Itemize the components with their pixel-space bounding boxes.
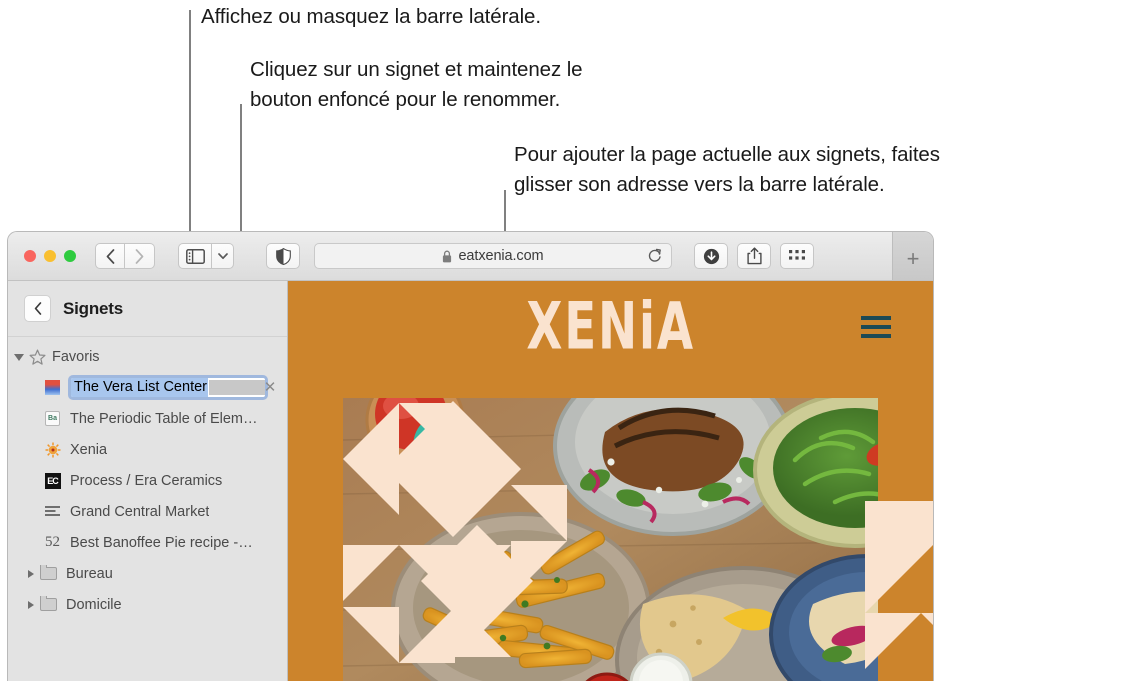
hamburger-menu-icon[interactable] [861, 316, 891, 338]
callout-address-drag: Pour ajouter la page actuelle aux signet… [514, 143, 940, 196]
share-icon [746, 247, 762, 265]
list-item[interactable]: Ba The Periodic Table of Elem… [8, 403, 287, 434]
sidebar-menu-button[interactable] [212, 243, 234, 269]
vera-list-center-favicon [44, 379, 61, 396]
folder-icon [40, 596, 57, 613]
lock-icon [442, 250, 452, 263]
list-item[interactable]: 52 Best Banoffee Pie recipe -… [8, 527, 287, 558]
address-bar-url: eatxenia.com [458, 248, 544, 264]
site-header: XENiA [288, 281, 933, 373]
reload-button[interactable] [648, 248, 662, 264]
grand-central-market-favicon [44, 503, 61, 520]
privacy-report-button[interactable] [266, 243, 300, 269]
downloads-button[interactable] [694, 243, 728, 269]
disclosure-triangle-icon[interactable] [28, 569, 34, 578]
web-content: XENiA [288, 281, 933, 681]
chevron-down-icon [217, 252, 228, 259]
list-item-label: Xenia [70, 441, 108, 458]
xenia-sun-favicon [44, 441, 61, 458]
safari-window: eatxenia.com + Signets Favoris The Vera … [8, 232, 933, 681]
list-item-label: Best Banoffee Pie recipe -… [70, 534, 253, 551]
list-item-label: Grand Central Market [70, 503, 210, 520]
window-body: Signets Favoris The Vera List Center ✕ B… [8, 281, 933, 681]
sidebar-toggle-group [178, 243, 234, 269]
bookmarks-sidebar: Signets Favoris The Vera List Center ✕ B… [8, 281, 288, 681]
list-item[interactable]: Domicile [8, 589, 287, 620]
list-item[interactable]: The Vera List Center ✕ [8, 372, 287, 403]
download-icon [703, 248, 719, 264]
screenshot-stage: Affichez ou masquez la barre latérale. C… [0, 0, 1141, 681]
recipe-52-favicon-text: 52 [45, 534, 60, 550]
toolbar-right-buttons [694, 243, 814, 269]
privacy-shield-icon [275, 247, 291, 265]
process-era-ceramics-favicon: EC [44, 472, 61, 489]
new-tab-label: + [906, 246, 920, 271]
sidebar-group-label: Favoris [52, 349, 100, 365]
hero-photo [343, 373, 933, 681]
chevron-left-icon [106, 248, 114, 264]
periodic-table-favicon-text: Ba [45, 411, 60, 426]
disclosure-triangle-icon[interactable] [28, 600, 34, 609]
hero-photo-image [343, 373, 933, 681]
list-item[interactable]: Grand Central Market [8, 496, 287, 527]
share-button[interactable] [737, 243, 771, 269]
sidebar-toggle-button[interactable] [178, 243, 212, 269]
list-item-label: Process / Era Ceramics [70, 472, 223, 489]
list-item[interactable]: EC Process / Era Ceramics [8, 465, 287, 496]
callout-leader-sidebar-toggle [189, 10, 191, 255]
bookmark-rename-selected-text: The Vera List Center [71, 378, 208, 397]
forward-button[interactable] [125, 243, 155, 269]
callout-bookmark-rename: Cliquez sur un signet et maintenez le bo… [250, 58, 583, 111]
close-button[interactable] [24, 250, 36, 262]
reload-icon [648, 248, 661, 262]
folder-icon [40, 565, 57, 582]
process-era-ceramics-favicon-text: EC [44, 472, 61, 489]
new-tab-button[interactable]: + [892, 232, 933, 280]
tab-overview-button[interactable] [780, 243, 814, 269]
zoom-button[interactable] [64, 250, 76, 262]
chevron-left-icon [34, 302, 41, 315]
periodic-table-favicon: Ba [44, 410, 61, 427]
browser-toolbar: eatxenia.com + [8, 232, 933, 281]
callout-sidebar-toggle: Affichez ou masquez la barre latérale. [201, 5, 541, 28]
list-item[interactable]: Bureau [8, 558, 287, 589]
tab-overview-icon [789, 250, 805, 260]
sidebar-group-favoris[interactable]: Favoris [8, 342, 287, 372]
chevron-right-icon [135, 248, 144, 264]
star-icon [29, 349, 46, 365]
address-bar[interactable]: eatxenia.com [314, 243, 672, 269]
minimize-button[interactable] [44, 250, 56, 262]
list-item[interactable]: Xenia [8, 434, 287, 465]
close-icon[interactable]: ✕ [263, 380, 277, 395]
list-item-label: The Periodic Table of Elem… [70, 410, 258, 427]
sidebar-toggle-icon [185, 248, 205, 264]
bookmark-rename-caret-area [209, 380, 265, 395]
list-item-label: Bureau [66, 565, 113, 582]
sidebar-back-button[interactable] [24, 295, 51, 322]
site-logo[interactable]: XENiA [526, 295, 694, 360]
hero-section [343, 373, 933, 681]
window-controls [24, 250, 76, 262]
navigation-buttons [95, 243, 155, 269]
page-title: Signets [63, 298, 124, 318]
back-button[interactable] [95, 243, 125, 269]
bookmark-rename-input[interactable]: The Vera List Center [70, 377, 266, 398]
list-item-label: Domicile [66, 596, 122, 613]
sidebar-header: Signets [8, 281, 287, 337]
disclosure-triangle-icon[interactable] [14, 353, 24, 361]
recipe-52-favicon: 52 [44, 534, 61, 551]
